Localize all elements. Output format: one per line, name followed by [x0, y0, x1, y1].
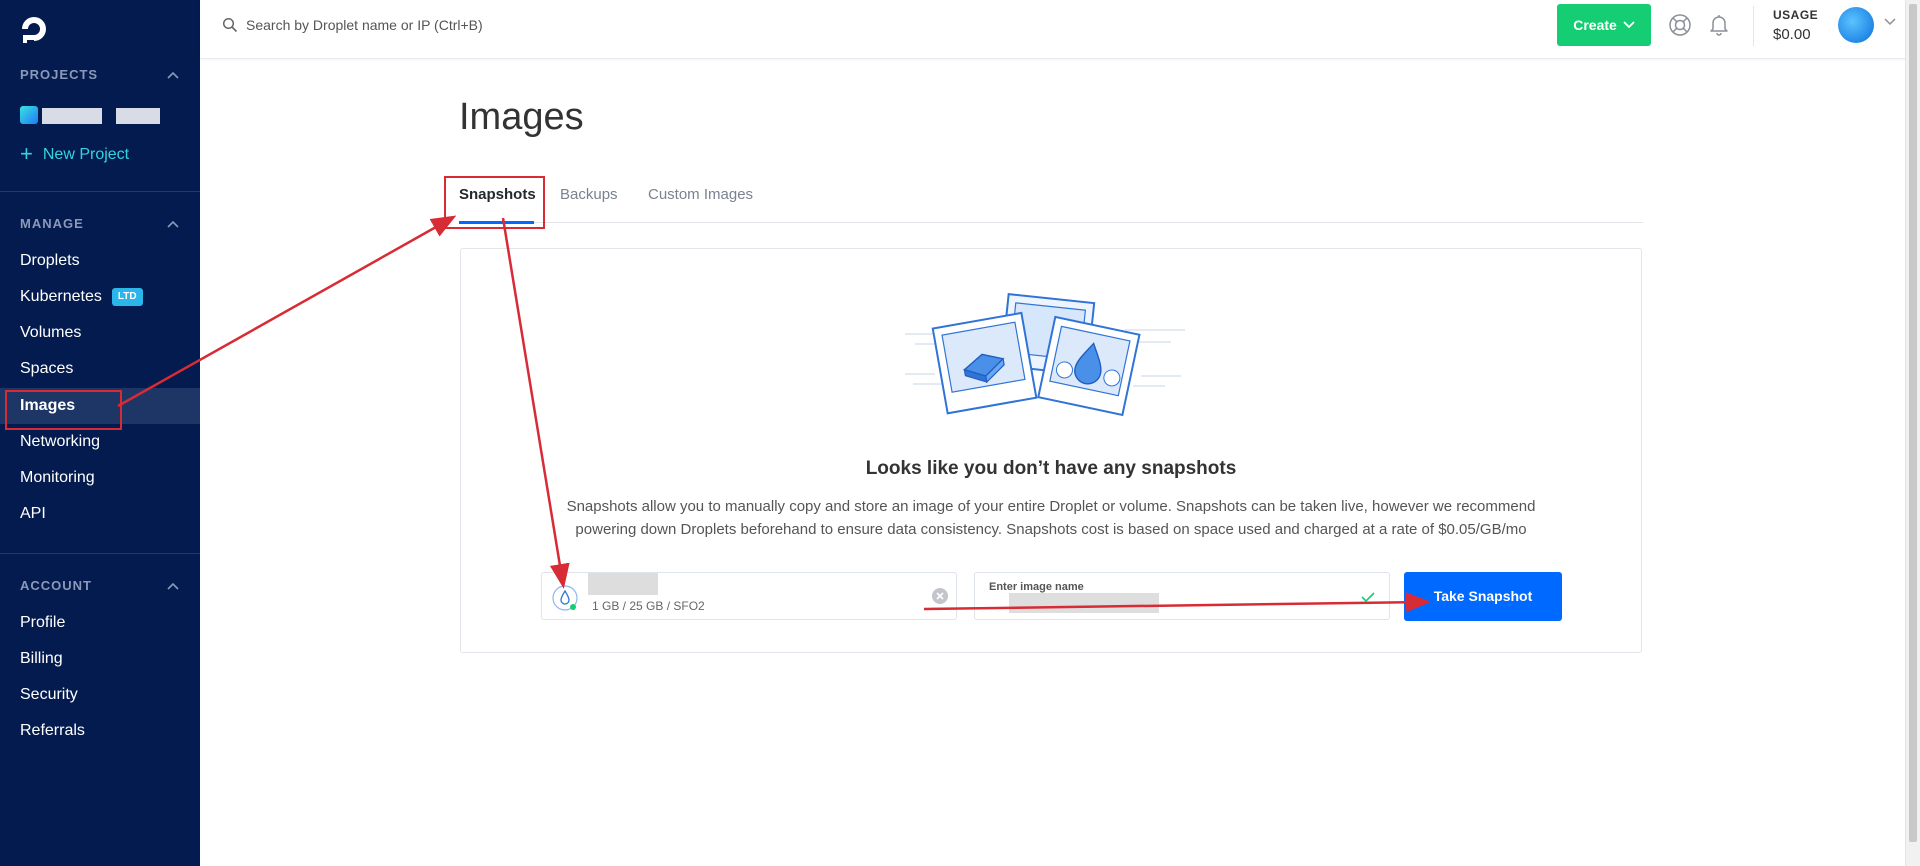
project-name-redacted — [42, 108, 102, 124]
chevron-up-icon[interactable] — [166, 70, 180, 80]
image-name-redacted — [1009, 593, 1159, 613]
sidebar-item-billing[interactable]: Billing — [0, 641, 200, 677]
sidebar-item-security[interactable]: Security — [0, 677, 200, 713]
new-project-link[interactable]: + New Project — [20, 141, 129, 167]
scrollbar-thumb[interactable] — [1909, 4, 1917, 842]
tab-backups[interactable]: Backups — [560, 186, 618, 203]
create-button-label: Create — [1573, 17, 1617, 33]
manage-header: MANAGE — [20, 216, 84, 231]
sidebar-item-label: Volumes — [20, 324, 82, 341]
chevron-down-icon[interactable] — [1884, 18, 1896, 26]
sidebar-divider — [0, 191, 200, 192]
plus-icon: + — [20, 141, 33, 166]
checkmark-icon — [1361, 592, 1375, 603]
annotation-highlight-snapshots-tab — [444, 176, 545, 229]
sidebar-item-monitoring[interactable]: Monitoring — [0, 460, 200, 496]
annotation-highlight-images-nav — [5, 390, 122, 430]
new-project-label: New Project — [42, 146, 130, 163]
sidebar-item-droplets[interactable]: Droplets — [0, 243, 200, 279]
sidebar-item-volumes[interactable]: Volumes — [0, 315, 200, 351]
sidebar-item-label: Kubernetes — [20, 288, 102, 305]
sidebar: PROJECTS + New Project MANAGE Droplets Ku… — [0, 0, 200, 866]
project-icon — [20, 106, 38, 124]
search-input[interactable] — [244, 12, 748, 38]
avatar[interactable] — [1838, 7, 1874, 43]
tab-custom-images[interactable]: Custom Images — [648, 186, 753, 203]
ltd-badge: LTD — [111, 288, 143, 306]
search-icon — [222, 17, 238, 33]
sidebar-item-spaces[interactable]: Spaces — [0, 351, 200, 387]
help-lifebuoy-icon[interactable] — [1668, 13, 1692, 37]
sidebar-item-label: API — [20, 505, 46, 522]
sidebar-item-kubernetes[interactable]: Kubernetes LTD — [0, 279, 200, 315]
page-title: Images — [459, 96, 584, 138]
sidebar-item-label: Droplets — [20, 252, 80, 269]
droplet-name-redacted — [588, 573, 658, 595]
empty-state-description: Snapshots allow you to manually copy and… — [566, 498, 1536, 538]
sidebar-divider — [0, 553, 200, 554]
image-name-field[interactable]: Enter image name — [974, 572, 1390, 620]
sidebar-item-profile[interactable]: Profile — [0, 605, 200, 641]
chevron-up-icon[interactable] — [166, 581, 180, 591]
project-item[interactable] — [20, 104, 170, 126]
sidebar-item-label: Monitoring — [20, 469, 95, 486]
project-name-redacted-2 — [116, 108, 160, 124]
top-bar: Create USAGE $0.00 — [200, 0, 1905, 59]
sidebar-item-label: Spaces — [20, 360, 74, 377]
sidebar-item-label: Billing — [20, 650, 63, 667]
take-snapshot-button[interactable]: Take Snapshot — [1404, 572, 1562, 621]
sidebar-item-label: Referrals — [20, 722, 85, 739]
sidebar-item-referrals[interactable]: Referrals — [0, 713, 200, 749]
sidebar-item-api[interactable]: API — [0, 496, 200, 532]
image-name-label: Enter image name — [989, 581, 1084, 593]
sidebar-item-label: Security — [20, 686, 78, 703]
topbar-separator — [1753, 6, 1754, 46]
create-button[interactable]: Create — [1557, 4, 1651, 46]
projects-header: PROJECTS — [20, 67, 99, 82]
chevron-down-icon — [1623, 21, 1635, 29]
droplet-specs: 1 GB / 25 GB / SFO2 — [592, 599, 705, 613]
sidebar-item-label: Networking — [20, 433, 101, 450]
usage-value[interactable]: $0.00 — [1773, 26, 1811, 43]
snapshots-illustration-icon — [905, 292, 1185, 417]
chevron-up-icon[interactable] — [166, 219, 180, 229]
scrollbar[interactable] — [1905, 0, 1920, 866]
sidebar-item-label: Profile — [20, 614, 66, 631]
empty-state-title: Looks like you don’t have any snapshots — [865, 458, 1237, 479]
digitalocean-logo-icon[interactable] — [19, 14, 49, 44]
droplet-select[interactable]: 1 GB / 25 GB / SFO2 — [541, 572, 957, 620]
bell-icon[interactable] — [1707, 12, 1731, 36]
clear-icon[interactable] — [931, 587, 949, 605]
tabs-divider — [459, 222, 1643, 223]
account-header: ACCOUNT — [20, 578, 92, 593]
droplet-icon — [552, 585, 578, 611]
usage-label: USAGE — [1773, 8, 1819, 22]
